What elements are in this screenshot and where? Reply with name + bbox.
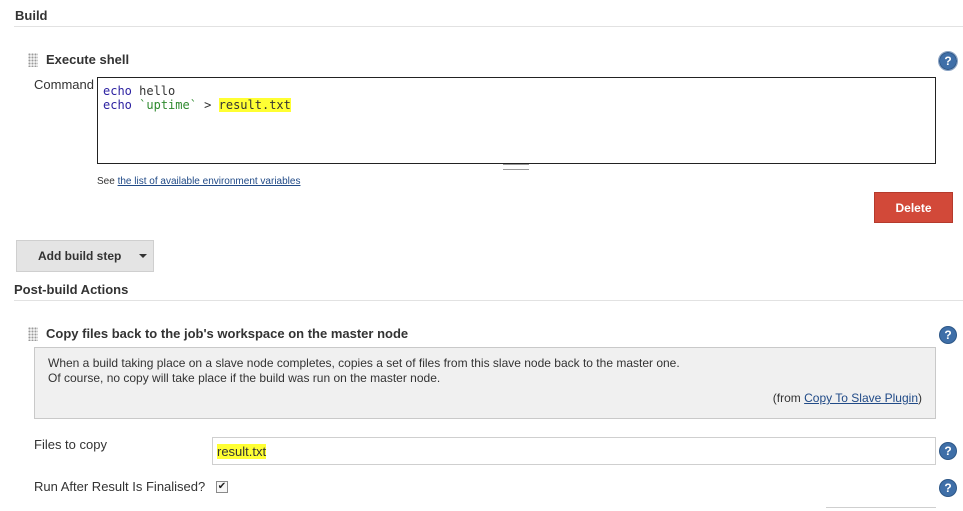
command-label: Command <box>34 77 94 92</box>
hint-prefix: See <box>97 176 118 187</box>
delete-button[interactable]: Delete <box>874 192 953 223</box>
help-icon[interactable]: ? <box>940 327 956 343</box>
plugin-link[interactable]: Copy To Slave Plugin <box>804 391 918 405</box>
post-build-section-title: Post-build Actions <box>14 282 129 297</box>
from-prefix: (from <box>772 391 805 405</box>
textarea-resize-handle[interactable] <box>503 164 529 170</box>
copy-back-title: Copy files back to the job's workspace o… <box>46 326 409 341</box>
add-build-step-button[interactable]: Add build step <box>16 240 154 272</box>
env-vars-hint: See the list of available environment va… <box>97 176 300 187</box>
code-token: echo <box>103 98 132 112</box>
add-build-step-label: Add build step <box>38 249 122 263</box>
from-suffix: ) <box>918 391 922 405</box>
command-textarea[interactable]: echo hello echo `uptime` > result.txt <box>97 77 936 164</box>
drag-handle-icon[interactable] <box>28 53 38 67</box>
execute-shell-title: Execute shell <box>46 52 130 67</box>
plugin-source: (from Copy To Slave Plugin) <box>773 391 922 406</box>
description-line-1: When a build taking place on a slave nod… <box>48 356 680 370</box>
help-icon[interactable]: ? <box>940 480 956 496</box>
drag-handle-icon[interactable] <box>28 327 38 341</box>
code-token: > <box>196 98 219 112</box>
help-icon[interactable]: ? <box>940 443 956 459</box>
code-line-1: echo hello <box>103 84 930 98</box>
code-line-2: echo `uptime` > result.txt <box>103 98 930 112</box>
run-after-label: Run After Result Is Finalised? <box>34 479 206 494</box>
env-vars-link[interactable]: the list of available environment variab… <box>118 176 301 187</box>
code-token: hello <box>131 84 176 98</box>
post-build-section-divider <box>14 300 963 301</box>
code-token: echo <box>103 84 132 98</box>
partial-button-edge <box>826 507 936 511</box>
run-after-checkbox[interactable]: ✔ <box>216 481 228 493</box>
build-section-divider <box>14 26 963 27</box>
build-section-title: Build <box>15 8 48 23</box>
files-to-copy-value: result.txt <box>217 443 267 459</box>
code-token: result.txt <box>218 98 291 112</box>
code-token: `uptime` <box>139 98 197 112</box>
files-to-copy-label: Files to copy <box>34 437 107 452</box>
plugin-description-box: When a build taking place on a slave nod… <box>34 347 936 419</box>
description-line-2: Of course, no copy will take place if th… <box>48 371 441 385</box>
files-to-copy-input[interactable]: result.txt <box>212 437 936 465</box>
chevron-down-icon <box>139 254 148 258</box>
help-icon[interactable]: ? <box>938 51 958 71</box>
